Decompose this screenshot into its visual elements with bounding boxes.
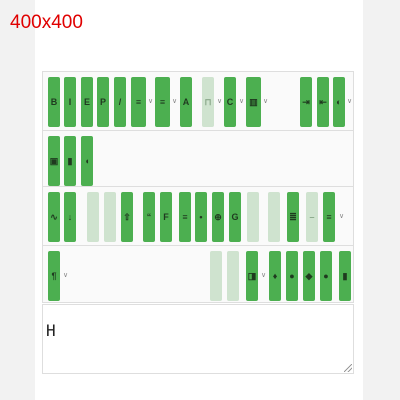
link-icon[interactable]: ∿ bbox=[48, 192, 60, 242]
pen-icon[interactable]: / bbox=[114, 77, 126, 127]
quote-icon[interactable]: “ bbox=[143, 192, 155, 242]
chevron-down-icon[interactable]: ∨ bbox=[261, 271, 266, 279]
help-glyph: ● bbox=[289, 271, 295, 281]
table-icon[interactable]: ▥ bbox=[246, 77, 261, 127]
font-size-glyph: A bbox=[182, 97, 190, 107]
resize-handle-icon[interactable] bbox=[344, 364, 352, 372]
unlink-glyph: ↓ bbox=[67, 212, 73, 222]
print-icon[interactable] bbox=[227, 251, 239, 301]
audio-icon[interactable]: ◖ bbox=[81, 136, 93, 186]
editor-textarea[interactable]: H bbox=[42, 304, 354, 374]
text-format-glyph: E bbox=[83, 97, 90, 107]
toolbar-row-1: B I E P / ≡ ∨ ≡ ∨ A ⊓ ∨ C ∨ ▥ ∨ ⇥ ⇤ ◐ ∨ bbox=[42, 71, 354, 130]
strikethrough-glyph: – bbox=[309, 212, 315, 222]
color-icon[interactable]: C bbox=[224, 77, 236, 127]
bold-glyph: B bbox=[50, 97, 58, 107]
pin-icon[interactable]: P bbox=[97, 77, 109, 127]
emoji-icon[interactable]: • bbox=[195, 192, 207, 242]
source-icon[interactable]: ♦ bbox=[269, 251, 281, 301]
chevron-down-icon[interactable]: ∨ bbox=[347, 97, 352, 105]
image-icon[interactable]: ▣ bbox=[48, 136, 60, 186]
more-icon[interactable]: ▮ bbox=[339, 251, 351, 301]
toolbar-row-2: ▣ ▮ ◖ bbox=[42, 130, 354, 186]
ordered-list-glyph: ≡ bbox=[159, 97, 166, 107]
highlight-icon[interactable]: ◐ bbox=[333, 77, 345, 127]
chevron-down-icon[interactable]: ∨ bbox=[63, 271, 68, 279]
fullscreen-glyph: ◨ bbox=[247, 270, 257, 281]
chevron-down-icon[interactable]: ∨ bbox=[263, 97, 268, 105]
preview-icon[interactable] bbox=[210, 251, 222, 301]
search-glyph: ⊕ bbox=[214, 211, 222, 222]
table-glyph: ▥ bbox=[249, 96, 258, 107]
indent-glyph: ⇥ bbox=[302, 96, 310, 107]
superscript-glyph: ≣ bbox=[289, 211, 297, 222]
editor-toolbar: B I E P / ≡ ∨ ≡ ∨ A ⊓ ∨ C ∨ ▥ ∨ ⇥ ⇤ ◐ ∨ … bbox=[42, 71, 354, 303]
outdent-glyph: ⇤ bbox=[319, 96, 327, 107]
unlink-icon[interactable]: ↓ bbox=[64, 192, 76, 242]
link-glyph: ∿ bbox=[50, 211, 58, 222]
code-glyph: F bbox=[163, 212, 169, 222]
upload-glyph: ⇧ bbox=[123, 211, 131, 222]
more-glyph: ▮ bbox=[342, 270, 348, 281]
quote-glyph: “ bbox=[146, 212, 152, 222]
emoji-glyph: • bbox=[199, 212, 203, 222]
color-glyph: C bbox=[226, 97, 234, 107]
redo-icon[interactable] bbox=[104, 192, 116, 242]
italic-icon[interactable]: I bbox=[64, 77, 76, 127]
video-icon[interactable]: ▮ bbox=[64, 136, 76, 186]
save-glyph: ● bbox=[323, 271, 329, 281]
chevron-down-icon[interactable]: ∨ bbox=[217, 97, 222, 105]
chevron-down-icon[interactable]: ∨ bbox=[148, 97, 153, 105]
code-icon[interactable]: F bbox=[160, 192, 172, 242]
chevron-down-icon[interactable]: ∨ bbox=[172, 97, 177, 105]
subscript-icon[interactable] bbox=[268, 192, 280, 242]
undo-icon[interactable] bbox=[87, 192, 99, 242]
paragraph-icon[interactable]: ¶ bbox=[48, 251, 60, 301]
settings-glyph: ◆ bbox=[305, 270, 313, 281]
dimension-label: 400x400 bbox=[10, 12, 83, 33]
underline-glyph: ≡ bbox=[326, 212, 332, 222]
replace-icon[interactable]: G bbox=[229, 192, 241, 242]
settings-icon[interactable]: ◆ bbox=[303, 251, 315, 301]
text-format-icon[interactable]: E bbox=[81, 77, 93, 127]
chevron-down-icon[interactable]: ∨ bbox=[239, 97, 244, 105]
paragraph-glyph: ¶ bbox=[51, 271, 57, 281]
indent-icon[interactable]: ⇥ bbox=[300, 77, 312, 127]
search-icon[interactable]: ⊕ bbox=[212, 192, 224, 242]
hr-glyph: ≡ bbox=[182, 212, 188, 222]
font-size-icon[interactable]: A bbox=[180, 77, 192, 127]
clear-format-icon[interactable] bbox=[247, 192, 259, 242]
highlight-glyph: ◐ bbox=[336, 97, 342, 107]
pin-glyph: P bbox=[99, 97, 106, 107]
replace-glyph: G bbox=[231, 212, 239, 222]
list-glyph: ≡ bbox=[135, 97, 142, 107]
image-glyph: ▣ bbox=[49, 155, 59, 166]
align-icon[interactable]: ⊓ bbox=[202, 77, 214, 127]
save-icon[interactable]: ● bbox=[320, 251, 332, 301]
toolbar-row-4: ¶ ∨ ◨ ∨ ♦ ● ◆ ● ▮ bbox=[42, 245, 354, 303]
hr-icon[interactable]: ≡ bbox=[179, 192, 191, 242]
upload-icon[interactable]: ⇧ bbox=[121, 192, 133, 242]
bold-icon[interactable]: B bbox=[48, 77, 60, 127]
superscript-icon[interactable]: ≣ bbox=[287, 192, 299, 242]
help-icon[interactable]: ● bbox=[286, 251, 298, 301]
editor-content[interactable]: H bbox=[46, 321, 56, 340]
chevron-down-icon[interactable]: ∨ bbox=[339, 212, 344, 220]
toolbar-row-3: ∿ ↓ ⇧ “ F ≡ • ⊕ G ≣ – ≡ ∨ bbox=[42, 186, 354, 245]
source-glyph: ♦ bbox=[272, 271, 278, 281]
underline-icon[interactable]: ≡ bbox=[323, 192, 335, 242]
strikethrough-icon[interactable]: – bbox=[306, 192, 318, 242]
ordered-list-icon[interactable]: ≡ bbox=[155, 77, 170, 127]
audio-glyph: ◖ bbox=[84, 156, 90, 166]
outdent-icon[interactable]: ⇤ bbox=[317, 77, 329, 127]
fullscreen-icon[interactable]: ◨ bbox=[246, 251, 258, 301]
align-glyph: ⊓ bbox=[204, 96, 212, 107]
list-icon[interactable]: ≡ bbox=[131, 77, 146, 127]
pen-glyph: / bbox=[118, 97, 122, 107]
italic-glyph: I bbox=[68, 97, 72, 107]
video-glyph: ▮ bbox=[67, 155, 73, 166]
